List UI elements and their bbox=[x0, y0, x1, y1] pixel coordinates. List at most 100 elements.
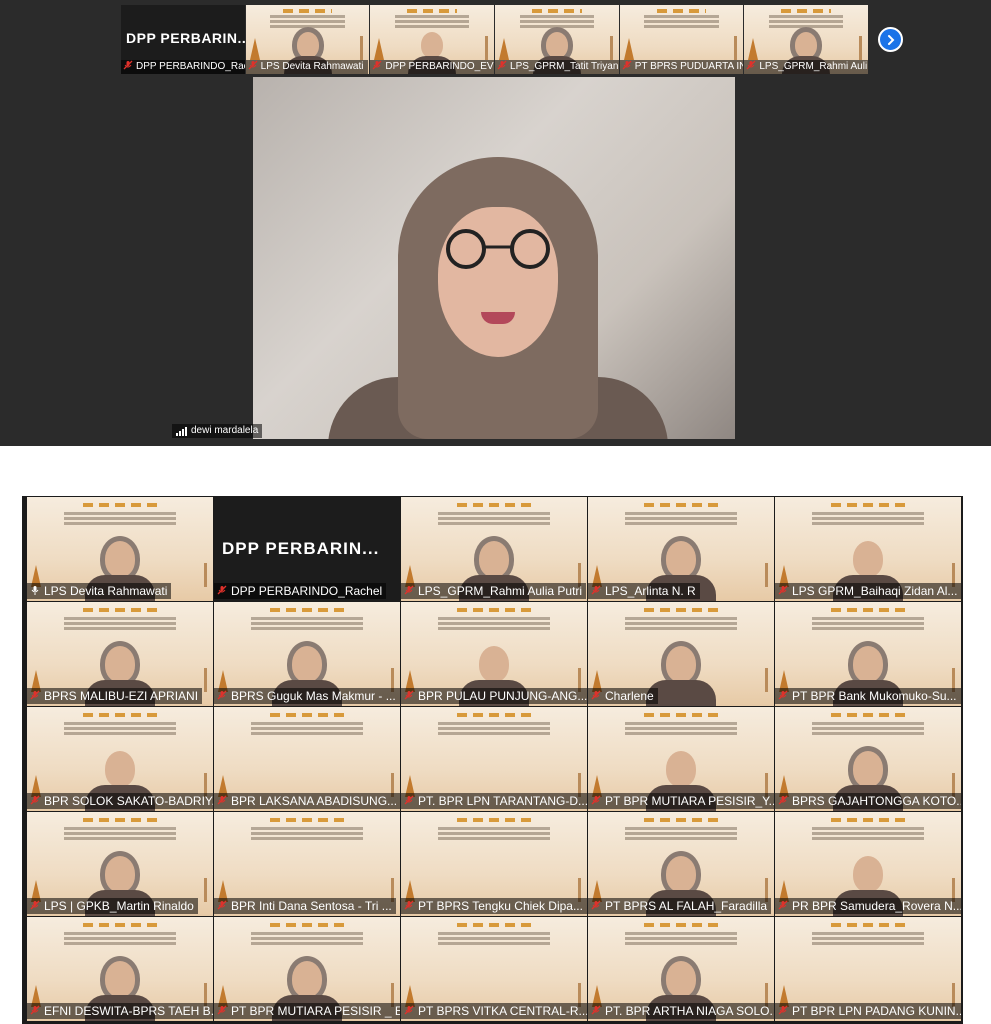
participant-name-label: PT BPR LPN PADANG KUNIN... bbox=[775, 1003, 961, 1019]
participant-tile[interactable]: LPS_GPRM_Rahmi Aulia Putri bbox=[401, 497, 587, 601]
mic-off-icon bbox=[217, 583, 227, 599]
participant-name: BPR PULAU PUNJUNG-ANG... bbox=[418, 689, 587, 703]
participant-name: BPRS GAJAHTONGGA KOTO... bbox=[792, 794, 961, 808]
participant-tile[interactable]: BPRS Guguk Mas Makmur - ... bbox=[214, 602, 400, 706]
participant-name: BPRS Guguk Mas Makmur - ... bbox=[231, 689, 396, 703]
mic-off-icon bbox=[778, 1003, 788, 1019]
participant-tile[interactable]: LPS | GPKB_Martin Rinaldo bbox=[27, 812, 213, 916]
strip-tile[interactable]: LPS Devita Rahmawati bbox=[245, 5, 370, 74]
participant-tile[interactable]: PT BPR LPN PADANG KUNIN... bbox=[775, 917, 961, 1021]
participant-name-label: PT BPRS PUDUARTA IN bbox=[619, 60, 744, 74]
mic-off-icon bbox=[591, 583, 601, 599]
participant-name-label: PT. BPR LPN TARANTANG-D... bbox=[401, 793, 587, 809]
participant-name: BPR Inti Dana Sentosa - Tri ... bbox=[231, 899, 392, 913]
mic-off-icon bbox=[778, 898, 788, 914]
strip-tile[interactable]: LPS_GPRM_Tatit Triyan bbox=[495, 5, 619, 74]
participant-name: PT BPRS VITKA CENTRAL-R... bbox=[418, 1004, 587, 1018]
mic-off-icon bbox=[30, 688, 40, 704]
participant-name-label: PT BPRS Tengku Chiek Dipa... bbox=[401, 898, 587, 914]
participant-name: PT BPR Bank Mukomuko-Su... bbox=[792, 689, 957, 703]
participant-tile[interactable]: Charlene bbox=[588, 602, 774, 706]
mic-off-icon bbox=[404, 898, 414, 914]
gallery-view-panel: LPS Devita Rahmawati DPP PERBARIN... DPP P… bbox=[22, 496, 963, 1024]
participant-tile[interactable]: PT BPR MUTIARA PESISIR _ E... bbox=[214, 917, 400, 1021]
participant-name: LPS Devita Rahmawati bbox=[260, 61, 364, 72]
tile-big-label: DPP PERBARIN... bbox=[222, 539, 380, 558]
active-speaker-name-label: dewi mardalela bbox=[172, 424, 263, 438]
strip-tile[interactable]: PT BPRS PUDUARTA IN bbox=[619, 5, 744, 74]
next-page-button[interactable] bbox=[878, 27, 903, 52]
participant-name-label: PT BPRS VITKA CENTRAL-R... bbox=[401, 1003, 587, 1019]
participant-name: BPRS MALIBU-EZI APRIANI bbox=[44, 689, 199, 703]
participant-tile[interactable]: PT BPRS Tengku Chiek Dipa... bbox=[401, 812, 587, 916]
participant-name-label: LPS_Arlinta N. R bbox=[588, 583, 700, 599]
participant-name-label: LPS_GPRM_Tatit Triyan bbox=[495, 60, 619, 74]
mic-off-icon bbox=[778, 688, 788, 704]
participant-tile[interactable]: LPS Devita Rahmawati bbox=[27, 497, 213, 601]
mic-off-icon bbox=[248, 60, 258, 74]
mic-off-icon bbox=[30, 898, 40, 914]
participant-name: PT. BPR ARTHA NIAGA SOLO... bbox=[605, 1004, 774, 1018]
participant-tile[interactable]: PT BPRS AL FALAH_Faradilla bbox=[588, 812, 774, 916]
participant-name-label: BPRS MALIBU-EZI APRIANI bbox=[27, 688, 203, 704]
participant-name: LPS GPRM_Baihaqi Zidan Al... bbox=[792, 584, 958, 598]
participant-grid: LPS Devita Rahmawati DPP PERBARIN... DPP P… bbox=[27, 497, 961, 1021]
mic-off-icon bbox=[746, 60, 756, 74]
mic-off-icon bbox=[404, 583, 414, 599]
participant-tile[interactable]: BPR LAKSANA ABADISUNG... bbox=[214, 707, 400, 811]
mic-off-icon bbox=[217, 793, 227, 809]
active-speaker-video[interactable] bbox=[253, 77, 735, 439]
participant-tile[interactable]: BPRS GAJAHTONGGA KOTO... bbox=[775, 707, 961, 811]
strip-tile[interactable]: DPP PERBARIN... DPP PERBARINDO_Rac bbox=[121, 5, 245, 74]
participant-tile[interactable]: BPR PULAU PUNJUNG-ANG... bbox=[401, 602, 587, 706]
speaker-view-panel: DPP PERBARIN... DPP PERBARINDO_Rac LPS Dev… bbox=[0, 0, 991, 446]
participant-name-label: LPS_GPRM_Rahmi Auli bbox=[744, 60, 869, 74]
participant-tile[interactable]: PT. BPR ARTHA NIAGA SOLO... bbox=[588, 917, 774, 1021]
participant-tile[interactable]: PR BPR Samudera_Rovera N... bbox=[775, 812, 961, 916]
participant-name-label: BPR PULAU PUNJUNG-ANG... bbox=[401, 688, 587, 704]
participant-name-label: PT BPR MUTIARA PESISIR _ E... bbox=[214, 1003, 400, 1019]
participant-name-label: BPR Inti Dana Sentosa - Tri ... bbox=[214, 898, 396, 914]
participant-tile[interactable]: EFNI DESWITA-BPRS TAEH B... bbox=[27, 917, 213, 1021]
participant-name-label: DPP PERBARINDO_Rac bbox=[121, 60, 245, 74]
participant-tile[interactable]: PT BPRS VITKA CENTRAL-R... bbox=[401, 917, 587, 1021]
strip-tile[interactable]: LPS_GPRM_Rahmi Auli bbox=[744, 5, 869, 74]
participant-tile[interactable]: LPS_Arlinta N. R bbox=[588, 497, 774, 601]
mic-off-icon bbox=[30, 1003, 40, 1019]
participant-name-label: LPS Devita Rahmawati bbox=[245, 60, 368, 74]
participant-name: LPS Devita Rahmawati bbox=[44, 584, 168, 598]
participant-tile[interactable]: PT BPR MUTIARA PESISIR_Y... bbox=[588, 707, 774, 811]
mic-off-icon bbox=[404, 688, 414, 704]
participant-tile[interactable]: BPRS MALIBU-EZI APRIANI bbox=[27, 602, 213, 706]
participant-name-label: LPS GPRM_Baihaqi Zidan Al... bbox=[775, 583, 961, 599]
participant-tile[interactable]: BPR SOLOK SAKATO-BADRIY... bbox=[27, 707, 213, 811]
chevron-right-icon bbox=[887, 34, 894, 45]
participant-name-label: BPRS Guguk Mas Makmur - ... bbox=[214, 688, 400, 704]
participant-name: Charlene bbox=[605, 689, 654, 703]
strip-tile[interactable]: DPP PERBARINDO_EVI bbox=[370, 5, 495, 74]
participant-tile[interactable]: BPR Inti Dana Sentosa - Tri ... bbox=[214, 812, 400, 916]
participant-name-label: LPS | GPKB_Martin Rinaldo bbox=[27, 898, 198, 914]
mic-off-icon bbox=[30, 793, 40, 809]
mic-off-icon bbox=[217, 688, 227, 704]
participant-strip: DPP PERBARIN... DPP PERBARINDO_Rac LPS Dev… bbox=[121, 5, 869, 74]
participant-tile[interactable]: PT BPR Bank Mukomuko-Su... bbox=[775, 602, 961, 706]
participant-name-label: EFNI DESWITA-BPRS TAEH B... bbox=[27, 1003, 213, 1019]
participant-name: PT BPRS AL FALAH_Faradilla bbox=[605, 899, 768, 913]
signal-bars-icon bbox=[176, 426, 187, 436]
participant-name-label: BPR LAKSANA ABADISUNG... bbox=[214, 793, 400, 809]
participant-name: PR BPR Samudera_Rovera N... bbox=[792, 899, 961, 913]
mic-off-icon bbox=[372, 60, 382, 74]
participant-tile[interactable]: PT. BPR LPN TARANTANG-D... bbox=[401, 707, 587, 811]
participant-tile[interactable]: LPS GPRM_Baihaqi Zidan Al... bbox=[775, 497, 961, 601]
participant-name-label: PT BPR Bank Mukomuko-Su... bbox=[775, 688, 961, 704]
mic-off-icon bbox=[591, 1003, 601, 1019]
participant-name: LPS_GPRM_Rahmi Auli bbox=[759, 61, 868, 72]
mic-off-icon bbox=[404, 1003, 414, 1019]
mic-off-icon bbox=[778, 793, 788, 809]
participant-name: PT BPRS Tengku Chiek Dipa... bbox=[418, 899, 583, 913]
participant-name-label: BPR SOLOK SAKATO-BADRIY... bbox=[27, 793, 213, 809]
participant-name-label: LPS Devita Rahmawati bbox=[27, 583, 172, 599]
participant-tile[interactable]: DPP PERBARIN... DPP PERBARINDO_Rachel bbox=[214, 497, 400, 601]
mic-off-icon bbox=[591, 688, 601, 704]
